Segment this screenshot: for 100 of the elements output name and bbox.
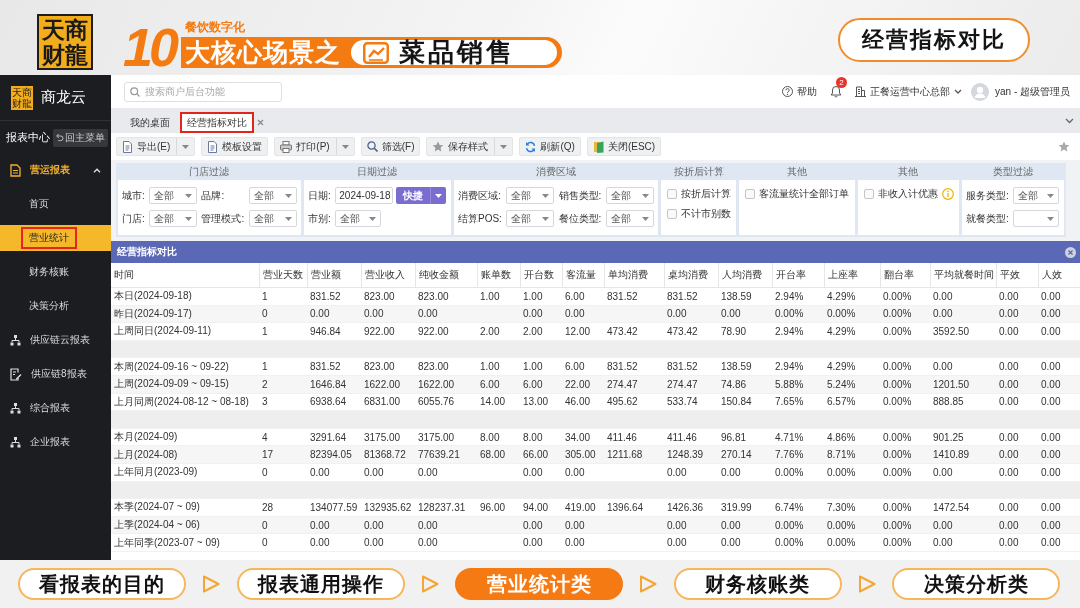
table-cell: 823.00 (415, 287, 477, 306)
field-label: 就餐类型: (965, 211, 1010, 226)
select-field[interactable] (1013, 210, 1060, 227)
step-tab[interactable]: 报表通用操作 (236, 568, 405, 600)
table-cell: 4.29% (824, 322, 880, 341)
close-icon[interactable] (257, 118, 264, 126)
search-field[interactable]: 搜索商户后台功能 (124, 81, 282, 102)
step-tab[interactable]: 看报表的目的 (18, 568, 186, 600)
table-cell: 0.00% (880, 516, 930, 534)
caret-down-icon (185, 193, 193, 198)
table-cell: 上年同月(2023-09) (111, 463, 259, 482)
caret-down-icon (542, 216, 550, 221)
column-header: 开台率 (772, 263, 824, 288)
back-button[interactable]: 回主菜单 (53, 128, 108, 147)
table-cell: 0.00 (562, 305, 604, 323)
checkbox[interactable] (666, 189, 677, 199)
avatar-icon[interactable] (971, 82, 989, 101)
field-label: 城市: (122, 188, 146, 203)
table-cell: 319.99 (718, 498, 772, 517)
checkbox[interactable] (745, 189, 756, 199)
checkbox-label[interactable]: 按折后计算 (680, 187, 731, 201)
toolbar-button[interactable]: 模板设置 (201, 137, 269, 156)
table-cell: 1426.36 (664, 498, 718, 517)
caret-down-icon (542, 193, 550, 198)
column-header: 客流量 (562, 263, 604, 288)
toolbar-button[interactable]: 筛选(F) (360, 137, 421, 156)
table-cell: 0.00 (718, 463, 772, 482)
select-field[interactable]: 全部 (1013, 187, 1060, 204)
column-header: 开台数 (520, 263, 562, 288)
table-cell: 1622.00 (361, 375, 415, 394)
submenu-item[interactable]: 决策分析 (0, 293, 111, 319)
search-icon (366, 141, 378, 152)
select-field[interactable]: 全部 (248, 210, 297, 227)
toolbar-button[interactable]: 刷新(Q) (519, 137, 581, 156)
help-link[interactable]: 帮助 (782, 84, 817, 99)
table-cell: 7.76% (772, 445, 824, 464)
menu-item[interactable]: 企业报表 (0, 429, 111, 455)
table-cell: 0.00 (996, 498, 1038, 517)
star-icon[interactable] (1058, 140, 1070, 153)
submenu-item[interactable]: 首页 (0, 191, 111, 217)
table-cell: 270.14 (718, 445, 772, 464)
table-cell: 22.00 (562, 375, 604, 394)
menu-item[interactable]: 供应链云报表 (0, 327, 111, 353)
chevron-down-icon[interactable] (1065, 117, 1074, 124)
checkbox-label[interactable]: 非收入计优惠 (877, 187, 938, 201)
tab[interactable]: 经营指标对比 (180, 112, 254, 133)
table-cell: 上月同周(2024-08-12 ~ 08-18) (111, 393, 259, 411)
submenu-item[interactable]: 营业统计 (0, 225, 111, 251)
select-field[interactable]: 全部 (605, 187, 654, 204)
table-cell: 7.65% (772, 393, 824, 411)
select-field[interactable]: 全部 (605, 210, 654, 227)
info-icon[interactable] (941, 188, 954, 200)
table-cell: 6831.00 (361, 393, 415, 411)
table-cell: 0.00 (520, 533, 562, 552)
table-cell: 128237.31 (415, 498, 477, 517)
step-tab[interactable]: 决策分析类 (892, 568, 1060, 600)
toolbar-button[interactable]: 导出(E) (116, 137, 196, 156)
menu-item[interactable]: 综合报表 (0, 395, 111, 421)
menu-item[interactable]: 营运报表 (0, 157, 111, 183)
select-field[interactable]: 全部 (149, 187, 198, 204)
table-cell: 0.00 (562, 533, 604, 552)
table-cell: 0.00 (930, 516, 996, 534)
toolbar-button[interactable]: 打印(P) (274, 137, 355, 156)
menu-item[interactable]: 供应链8报表 (0, 361, 111, 387)
tab[interactable]: 我的桌面 (123, 112, 177, 133)
date-field[interactable]: 2024-09-18 (335, 187, 394, 204)
table-cell: 823.00 (415, 357, 477, 376)
select-field[interactable]: 全部 (248, 187, 297, 204)
select-field[interactable]: 全部 (149, 210, 198, 227)
table-cell: 2.00 (477, 322, 520, 341)
table-cell: 0 (259, 463, 307, 482)
table-cell: 0.00% (772, 305, 824, 323)
organization-selector[interactable]: 正餐运营中心总部 (855, 84, 962, 99)
caret-down-icon (500, 144, 508, 149)
select-field[interactable]: 全部 (506, 210, 555, 227)
close-circle-icon[interactable] (1065, 246, 1076, 258)
step-tab[interactable]: 财务核账类 (673, 568, 842, 600)
table-cell: 831.52 (664, 357, 718, 376)
checkbox-label[interactable]: 不计市别数 (680, 207, 731, 221)
table-cell: 0.00 (996, 516, 1038, 534)
column-header: 平均就餐时间 (930, 263, 996, 288)
table-cell: 3175.00 (361, 428, 415, 446)
toolbar-button[interactable]: 保存样式 (426, 137, 514, 156)
toolbar-button[interactable]: 关闭(ESC) (586, 137, 662, 156)
checkbox-label[interactable]: 客流量统计全部订单 (759, 187, 850, 201)
checkbox[interactable] (863, 189, 874, 199)
table-cell: 901.25 (930, 428, 996, 446)
quick-select-button[interactable]: 快捷 (396, 187, 447, 204)
table-cell: 0.00% (880, 393, 930, 411)
table-cell: 1410.89 (930, 445, 996, 464)
submenu-item[interactable]: 财务核账 (0, 259, 111, 285)
table-cell: 831.52 (604, 357, 664, 376)
table-cell: 14.00 (477, 393, 520, 411)
select-field[interactable]: 全部 (506, 187, 555, 204)
select-field[interactable]: 全部 (335, 210, 382, 227)
table-cell: 831.52 (307, 357, 361, 376)
user-name[interactable]: yan - 超级管理员 (995, 84, 1070, 99)
checkbox[interactable] (666, 209, 677, 219)
bell-icon[interactable] (830, 85, 842, 98)
table-cell: 0.00 (562, 516, 604, 534)
